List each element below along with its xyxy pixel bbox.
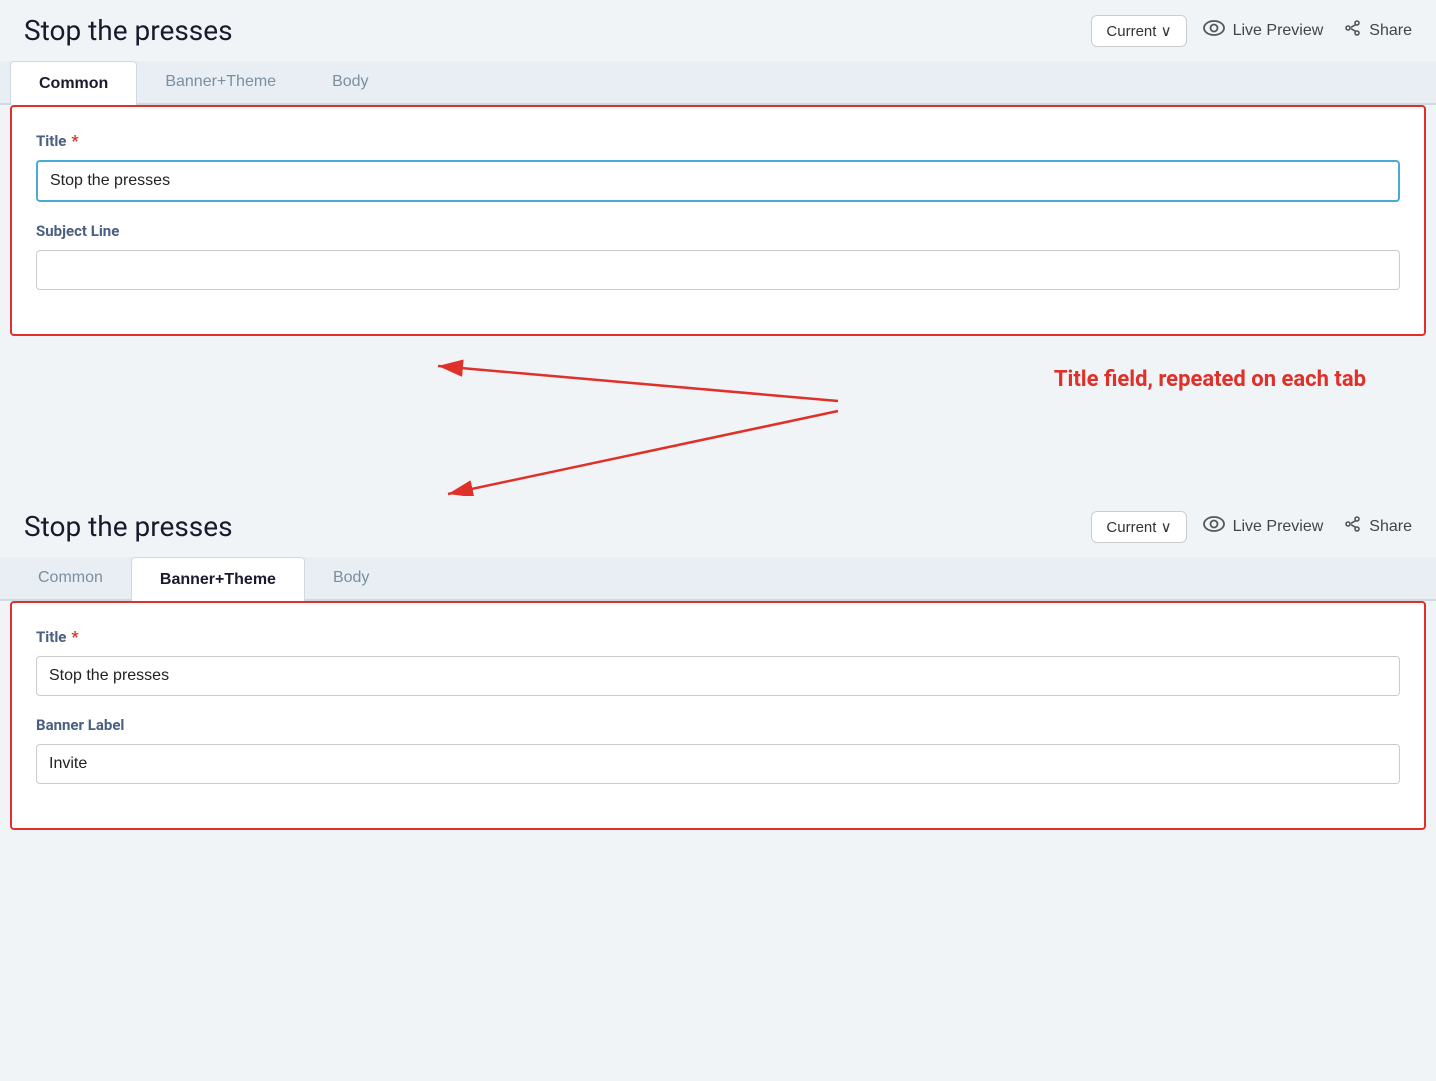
tab-banner-theme-1[interactable]: Banner+Theme [137,61,304,103]
version-button-2[interactable]: Current ∨ [1091,511,1186,543]
banner-label-field-group: Banner Label [36,716,1400,784]
title-label-1: Title * [36,131,1400,150]
share-button-2[interactable]: Share [1343,515,1412,538]
tab-body-2[interactable]: Body [305,557,397,599]
header-1: Stop the presses Current ∨ Live Preview [0,0,1436,61]
eye-icon-1 [1203,20,1225,41]
version-button-1[interactable]: Current ∨ [1091,15,1186,47]
required-star-2: * [71,627,78,646]
required-star-1: * [71,131,78,150]
tab-body-1[interactable]: Body [304,61,396,103]
eye-icon-2 [1203,516,1225,537]
title-input-1[interactable] [36,160,1400,202]
share-label-2: Share [1369,518,1412,536]
tab-banner-theme-2[interactable]: Banner+Theme [131,557,305,601]
tab-common-2[interactable]: Common [10,557,131,599]
share-button-1[interactable]: Share [1343,19,1412,42]
content-area-1: Title * Subject Line [10,105,1426,336]
page-title-2: Stop the presses [24,510,1075,543]
subject-line-field-group-1: Subject Line [36,222,1400,290]
subject-line-label-1: Subject Line [36,222,1400,240]
title-field-group-2: Title * [36,627,1400,696]
header-actions-1: Live Preview Share [1203,19,1412,42]
page-title-1: Stop the presses [24,14,1075,47]
live-preview-button-2[interactable]: Live Preview [1203,516,1324,537]
share-label-1: Share [1369,22,1412,40]
banner-label-input[interactable] [36,744,1400,784]
title-label-2: Title * [36,627,1400,646]
share-icon-1 [1343,19,1361,42]
panel-2: Stop the presses Current ∨ Live Preview [0,496,1436,830]
panel-1: Stop the presses Current ∨ Live Preview [0,0,1436,336]
live-preview-label-2: Live Preview [1233,518,1324,536]
title-field-group-1: Title * [36,131,1400,202]
header-2: Stop the presses Current ∨ Live Preview [0,496,1436,557]
annotation-area: Title field, repeated on each tab [10,346,1426,496]
live-preview-label-1: Live Preview [1233,22,1324,40]
banner-label-label: Banner Label [36,716,1400,734]
title-input-2[interactable] [36,656,1400,696]
tabs-1: Common Banner+Theme Body [0,61,1436,105]
header-actions-2: Live Preview Share [1203,515,1412,538]
live-preview-button-1[interactable]: Live Preview [1203,20,1324,41]
share-icon-2 [1343,515,1361,538]
subject-line-input-1[interactable] [36,250,1400,290]
annotation-text: Title field, repeated on each tab [1054,366,1366,395]
content-area-2: Title * Banner Label [10,601,1426,830]
tab-common-1[interactable]: Common [10,61,137,105]
tabs-2: Common Banner+Theme Body [0,557,1436,601]
